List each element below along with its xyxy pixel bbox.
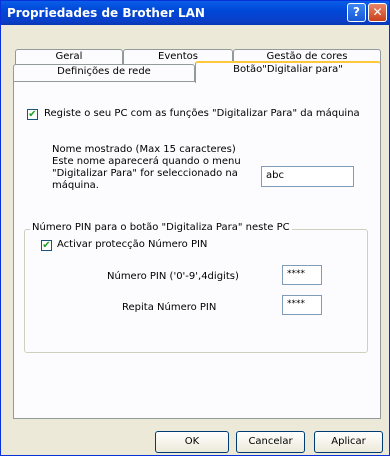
- repeat-pin-label: Repita Número PIN: [122, 302, 217, 313]
- ok-button[interactable]: OK: [155, 431, 229, 453]
- pin-group-title: Número PIN para o botão "Digitaliza Para…: [30, 222, 292, 233]
- tab-definicoes-de-rede[interactable]: Definições de rede: [13, 64, 195, 82]
- help-button[interactable]: ?: [347, 3, 366, 22]
- properties-dialog: Propriedades de Brother LAN ? ✕ Geral Ev…: [0, 0, 390, 456]
- window-title: Propriedades de Brother: [7, 6, 175, 20]
- repeat-pin-input[interactable]: ****: [282, 295, 322, 315]
- register-checkbox[interactable]: ✔: [27, 109, 38, 120]
- close-icon: ✕: [372, 5, 383, 19]
- tab-botao-digitalizar-para[interactable]: Botão"Digitaliar para": [195, 61, 381, 83]
- name-description-line: "Digitalizar Para" for seleccionado na: [52, 168, 238, 179]
- pin-label: Número PIN ('0'-9',4digits): [107, 271, 239, 282]
- tab-label: Eventos: [158, 51, 198, 62]
- title-bar[interactable]: Propriedades de Brother LAN ? ✕: [1, 1, 389, 25]
- tab-label: Definições de rede: [57, 66, 151, 77]
- pin-input[interactable]: ****: [282, 265, 322, 285]
- name-description-line: máquina.: [52, 180, 99, 191]
- pin-protection-label: Activar protecção Número PIN: [57, 239, 208, 250]
- window-title-suffix: LAN: [178, 6, 205, 20]
- tab-panel: ✔ Registe o seu PC com as funções "Digit…: [13, 81, 381, 419]
- checkmark-icon: ✔: [42, 240, 51, 251]
- checkmark-icon: ✔: [28, 109, 37, 120]
- cancel-button[interactable]: Cancelar: [236, 431, 305, 453]
- name-description-line: Este nome aparecerá quando o menu: [52, 156, 241, 167]
- pin-protection-checkbox[interactable]: ✔: [41, 240, 52, 251]
- help-icon: ?: [353, 5, 360, 19]
- apply-button[interactable]: Aplicar: [314, 431, 383, 453]
- close-button[interactable]: ✕: [368, 3, 387, 22]
- tab-label: Botão"Digitaliar para": [233, 64, 343, 75]
- register-label: Registe o seu PC com as funções "Digital…: [44, 108, 360, 119]
- display-name-input[interactable]: abc: [261, 166, 354, 187]
- name-description-line: Nome mostrado (Max 15 caracteres): [52, 144, 236, 155]
- tab-label: Geral: [55, 51, 83, 62]
